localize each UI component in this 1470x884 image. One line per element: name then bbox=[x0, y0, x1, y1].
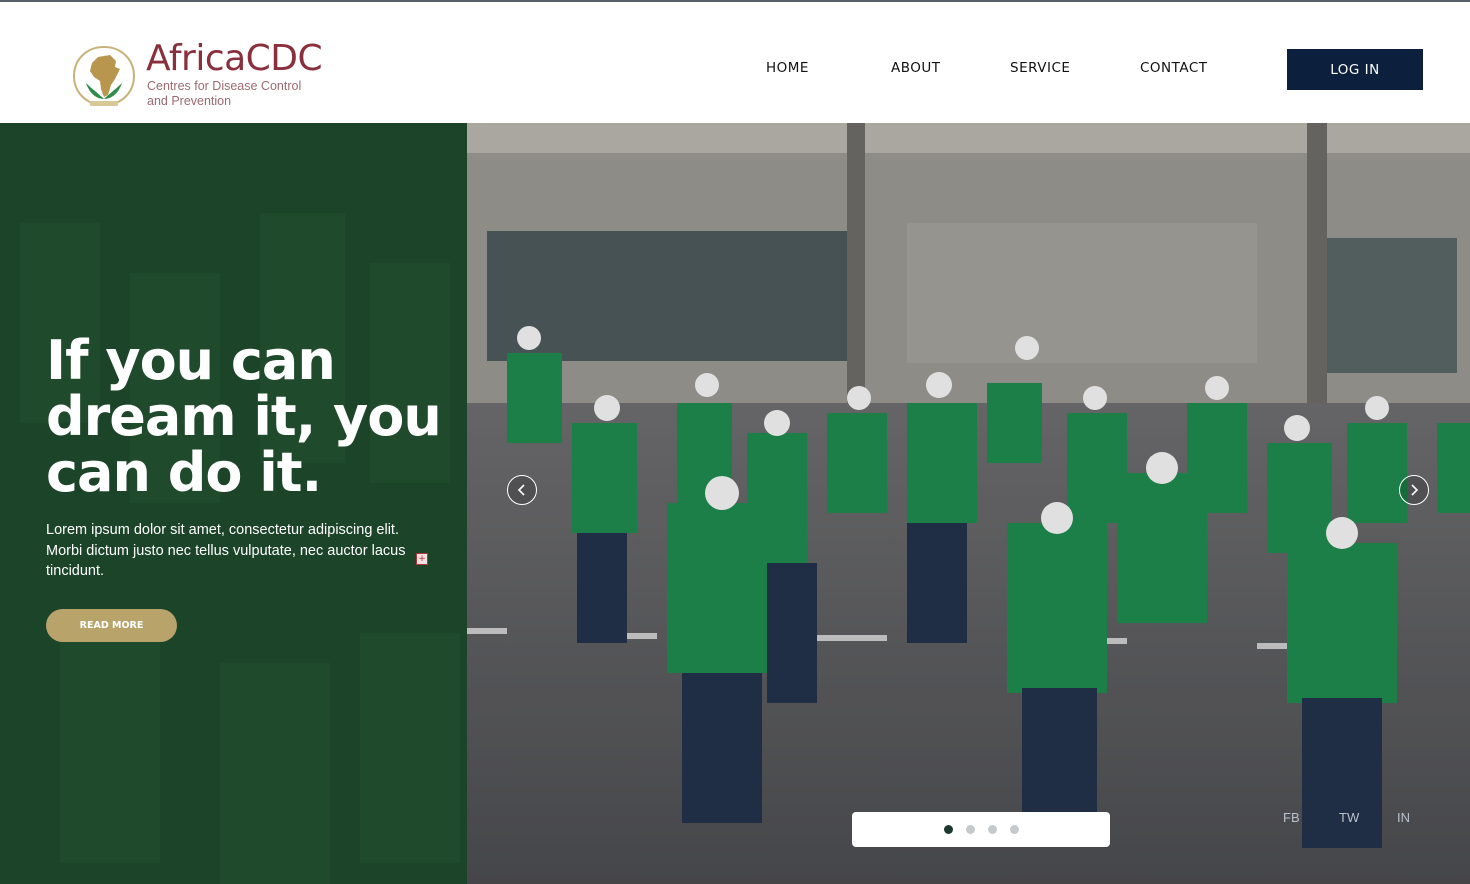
brand-subtitle-line1: Centres for Disease Control bbox=[147, 79, 302, 93]
slider-pagination bbox=[852, 812, 1110, 847]
hero-title-line2: dream it, you bbox=[46, 385, 442, 448]
login-button[interactable]: LOG IN bbox=[1287, 49, 1423, 90]
chevron-right-icon bbox=[1411, 484, 1419, 496]
hero-slider: If you can dream it, you can do it. Lore… bbox=[0, 123, 1470, 884]
slider-prev-button[interactable] bbox=[507, 475, 537, 505]
slide-dot-4[interactable] bbox=[1009, 825, 1019, 834]
social-instagram-link[interactable]: IN bbox=[1397, 810, 1410, 825]
brand-subtitle: Centres for Disease Control and Preventi… bbox=[147, 79, 327, 109]
nav-service[interactable]: SERVICE bbox=[1010, 60, 1070, 76]
slider-next-button[interactable] bbox=[1399, 475, 1429, 505]
hero-description: Lorem ipsum dolor sit amet, consectetur … bbox=[46, 522, 406, 579]
brand-wordmark: AfricaCDC bbox=[146, 38, 323, 79]
chevron-left-icon bbox=[517, 484, 525, 496]
read-more-button[interactable]: READ MORE bbox=[46, 609, 177, 642]
social-twitter-link[interactable]: TW bbox=[1339, 810, 1359, 825]
hero-title-line3: can do it. bbox=[46, 441, 322, 504]
slide-dot-2[interactable] bbox=[965, 825, 975, 834]
hero-photo bbox=[467, 123, 1470, 884]
nav-contact[interactable]: CONTACT bbox=[1140, 60, 1208, 76]
nav-about[interactable]: ABOUT bbox=[891, 60, 941, 76]
broken-image-icon: + bbox=[416, 553, 428, 565]
slide-dot-3[interactable] bbox=[987, 825, 997, 834]
slide-dot-1[interactable] bbox=[943, 825, 953, 834]
site-logo[interactable]: AfricaCDC Centres for Disease Control an… bbox=[68, 38, 328, 110]
hero-text-panel: If you can dream it, you can do it. Lore… bbox=[0, 123, 467, 884]
hero-title: If you can dream it, you can do it. bbox=[46, 333, 456, 501]
hero-title-line1: If you can bbox=[46, 329, 336, 392]
brand-subtitle-line2: and Prevention bbox=[147, 94, 232, 108]
site-header: AfricaCDC Centres for Disease Control an… bbox=[0, 2, 1470, 123]
social-facebook-link[interactable]: FB bbox=[1283, 810, 1300, 825]
africa-map-emblem-icon bbox=[72, 46, 136, 106]
nav-home[interactable]: HOME bbox=[766, 60, 809, 76]
